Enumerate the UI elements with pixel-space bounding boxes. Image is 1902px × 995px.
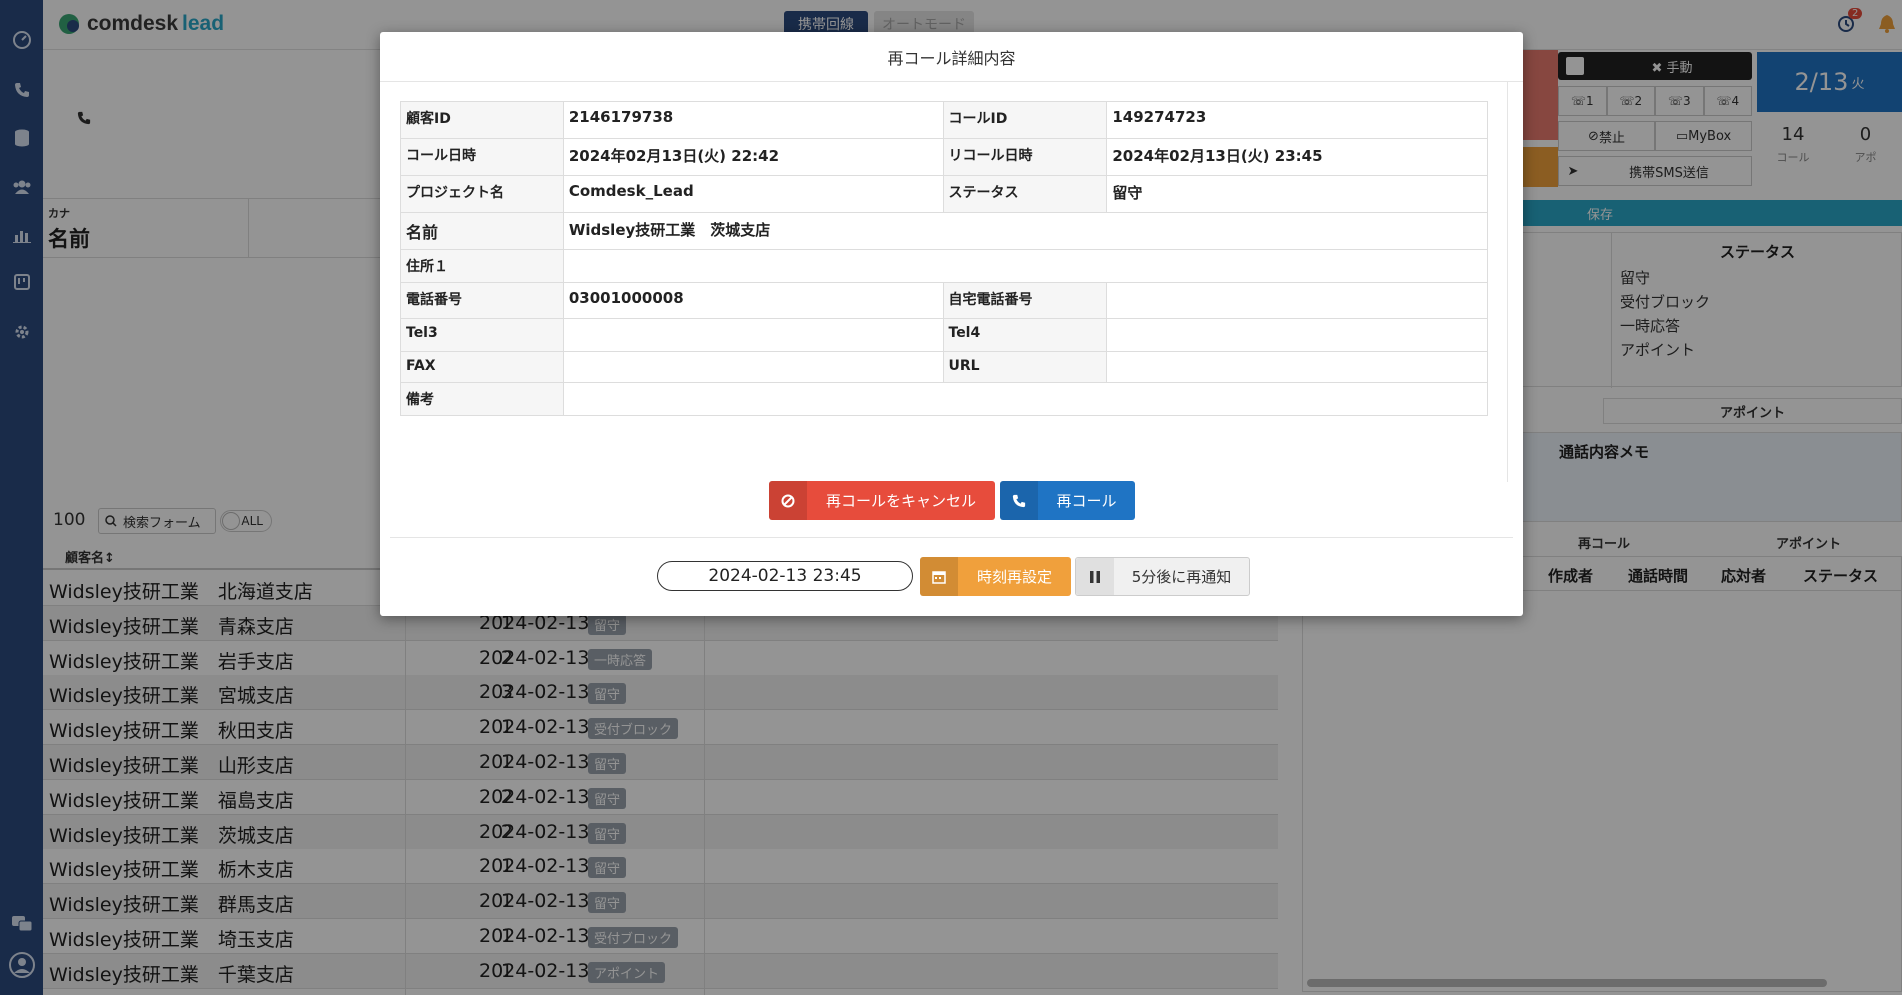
url-label: URL bbox=[942, 351, 1108, 383]
fax-label: FAX bbox=[400, 351, 564, 383]
name-value: Widsley技研工業 茨城支店 bbox=[562, 212, 1489, 250]
datetime-input[interactable]: 2024-02-13 23:45 bbox=[657, 561, 913, 591]
detail-table: 顧客ID 2146179738 コールID 149274723 コール日時 20… bbox=[400, 101, 1489, 416]
tel4-value bbox=[1106, 318, 1488, 352]
call-datetime-value: 2024年02月13日(火) 22:42 bbox=[562, 138, 944, 176]
phone-label: 電話番号 bbox=[400, 282, 564, 319]
call-datetime-label: コール日時 bbox=[400, 138, 564, 176]
snooze-label: 5分後に再通知 bbox=[1131, 568, 1232, 586]
status-label: ステータス bbox=[942, 175, 1108, 213]
customer-id-value: 2146179738 bbox=[562, 101, 944, 139]
notes-label: 備考 bbox=[400, 382, 564, 416]
tel4-label: Tel4 bbox=[942, 318, 1108, 352]
name-label: 名前 bbox=[400, 212, 564, 250]
customer-id-label: 顧客ID bbox=[400, 101, 564, 139]
fax-value bbox=[562, 351, 944, 383]
cancel-recall-label: 再コールをキャンセル bbox=[825, 492, 976, 510]
reschedule-button[interactable]: 時刻再設定 bbox=[920, 557, 1071, 596]
cancel-recall-button[interactable]: 再コールをキャンセル bbox=[769, 481, 995, 520]
recall-detail-modal: 再コール詳細内容 顧客ID 2146179738 コールID 149274723… bbox=[380, 32, 1523, 616]
calendar-icon bbox=[920, 557, 958, 596]
ban-icon bbox=[769, 481, 807, 520]
home-phone-value bbox=[1106, 282, 1488, 319]
project-label: プロジェクト名 bbox=[400, 175, 564, 213]
address-value bbox=[562, 249, 1489, 283]
status-value: 留守 bbox=[1106, 175, 1488, 213]
snooze-button[interactable]: 5分後に再通知 bbox=[1075, 557, 1250, 596]
tel3-label: Tel3 bbox=[400, 318, 564, 352]
recall-datetime-value: 2024年02月13日(火) 23:45 bbox=[1106, 138, 1488, 176]
home-phone-label: 自宅電話番号 bbox=[942, 282, 1108, 319]
reschedule-label: 時刻再設定 bbox=[976, 568, 1052, 586]
call-id-value: 149274723 bbox=[1106, 101, 1488, 139]
call-id-label: コールID bbox=[942, 101, 1108, 139]
pause-icon bbox=[1076, 558, 1114, 595]
recall-button[interactable]: 再コール bbox=[1000, 481, 1135, 520]
recall-label: 再コール bbox=[1056, 492, 1117, 510]
tel3-value bbox=[562, 318, 944, 352]
phone-value: 03001000008 bbox=[562, 282, 944, 319]
modal-scrollbar[interactable] bbox=[1507, 82, 1523, 482]
modal-divider bbox=[390, 537, 1513, 538]
notes-value bbox=[562, 382, 1489, 416]
recall-datetime-label: リコール日時 bbox=[942, 138, 1108, 176]
phone-icon bbox=[1000, 481, 1038, 520]
project-value: Comdesk_Lead bbox=[562, 175, 944, 213]
modal-title: 再コール詳細内容 bbox=[380, 32, 1523, 82]
url-value bbox=[1106, 351, 1488, 383]
address-label: 住所１ bbox=[400, 249, 564, 283]
